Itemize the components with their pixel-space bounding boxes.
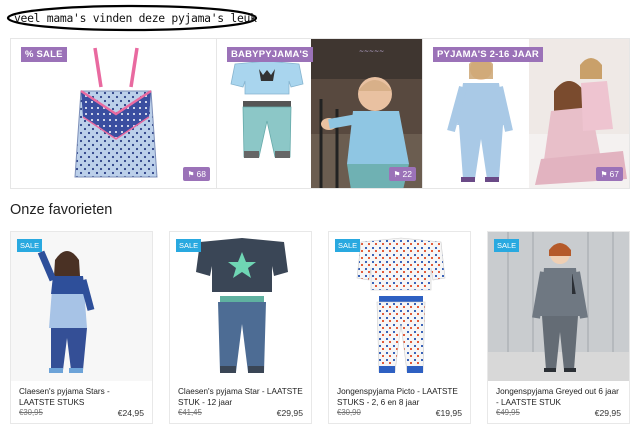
category-label: % SALE [21, 47, 67, 62]
headline-area: veel mama's vinden deze pyjama's leuk [6, 3, 258, 33]
category-tile-sale[interactable]: % SALE ⚑ 68 [11, 39, 217, 188]
svg-text:~~~~~: ~~~~~ [359, 48, 384, 55]
sale-badge: SALE [494, 239, 520, 252]
favorites-row: SALE Claesen's pyjama Stars - LAATSTE ST… [10, 231, 630, 424]
category-tile-kids[interactable]: PYJAMA'S 2-16 JAAR ⚑ 67 [423, 39, 629, 188]
sale-badge: SALE [17, 239, 43, 252]
sale-price: €19,95 [435, 408, 462, 418]
category-row: % SALE ⚑ 68 BABYPYJAMA'S ~~~~~ ⚑ 22 PYJA… [10, 38, 630, 189]
product-count-badge: ⚑ 22 [389, 167, 416, 181]
count-value: 68 [196, 169, 206, 179]
old-price: €30,95 [19, 408, 43, 417]
product-count-badge: ⚑ 67 [596, 167, 623, 181]
old-price: €41,45 [178, 408, 202, 417]
product-image[interactable]: SALE [11, 232, 152, 381]
favorites-heading: Onze favorieten [10, 202, 113, 218]
tag-icon: ⚑ [393, 169, 401, 179]
product-image[interactable]: SALE [329, 232, 470, 381]
sale-price: €24,95 [117, 408, 144, 418]
product-title[interactable]: Claesen's pyjama Stars - LAATSTE STUKS [19, 386, 146, 408]
product-card[interactable]: SALE Claesen's pyjama Star - LAATSTE STU… [169, 231, 312, 424]
product-card[interactable]: SALE Jongenspyjama Picto - LAATSTE STUKS… [328, 231, 471, 424]
sale-price: €29,95 [594, 408, 621, 418]
tag-icon: ⚑ [600, 169, 608, 179]
sale-badge: SALE [335, 239, 361, 252]
count-value: 22 [402, 169, 412, 179]
old-price: €49,95 [496, 408, 520, 417]
count-value: 67 [609, 169, 619, 179]
headline-text: veel mama's vinden deze pyjama's leuk [14, 11, 257, 25]
product-card[interactable]: SALE Claesen's pyjama Stars - LAATSTE ST… [10, 231, 153, 424]
product-card[interactable]: SALE Jongenspyjama Greyed out 6 jaar - L… [487, 231, 630, 424]
old-price: €30,90 [337, 408, 361, 417]
category-label: PYJAMA'S 2-16 JAAR [433, 47, 543, 62]
product-title[interactable]: Claesen's pyjama Star - LAATSTE STUK - 1… [178, 386, 305, 408]
tag-icon: ⚑ [187, 169, 195, 179]
product-count-badge: ⚑ 68 [183, 167, 210, 181]
sale-badge: SALE [176, 239, 202, 252]
sale-price: €29,95 [276, 408, 303, 418]
category-tile-baby[interactable]: BABYPYJAMA'S ~~~~~ ⚑ 22 [217, 39, 423, 188]
product-title[interactable]: Jongenspyjama Picto - LAATSTE STUKS - 2,… [337, 386, 464, 408]
product-image[interactable]: SALE [488, 232, 629, 381]
product-title[interactable]: Jongenspyjama Greyed out 6 jaar - LAATST… [496, 386, 623, 408]
category-label: BABYPYJAMA'S [227, 47, 313, 62]
product-image[interactable]: SALE [170, 232, 311, 381]
